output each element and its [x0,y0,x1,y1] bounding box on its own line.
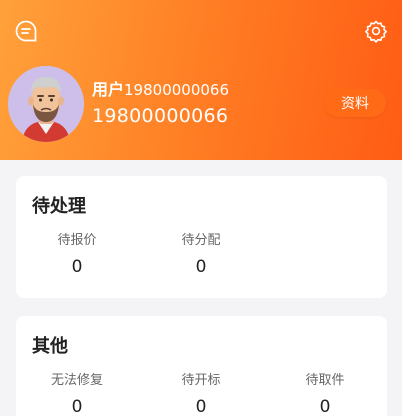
stat-count: 0 [195,257,207,277]
user-name-prefix: 用户 [92,80,125,99]
user-name: 用户19800000066 [92,80,229,100]
other-card: 其他 无法修复 0 待开标 0 待取件 0 [16,316,387,416]
profile-button[interactable]: 资料 [324,89,386,117]
gear-icon[interactable] [363,18,389,44]
profile-header: 用户19800000066 19800000066 资料 [0,0,402,160]
stat-label: 待取件 [305,373,345,388]
stat-count: 0 [71,397,83,416]
stat-label: 待开标 [181,373,221,388]
user-name-number: 19800000066 [124,81,229,99]
pending-card: 待处理 待报价 0 待分配 0 [16,176,387,298]
stat-label: 无法修复 [50,373,103,388]
stat-count: 0 [319,397,331,416]
stat-unrepairable[interactable]: 无法修复 0 [17,372,137,416]
pending-title: 待处理 [32,196,86,217]
avatar[interactable] [8,66,84,142]
user-phone: 19800000066 [92,105,229,127]
stat-count: 0 [71,257,83,277]
stat-pending-assign[interactable]: 待分配 0 [141,232,261,278]
stat-count: 0 [195,397,207,416]
stat-pending-pickup[interactable]: 待取件 0 [265,372,385,416]
stat-label: 待报价 [57,233,97,248]
stat-pending-bid[interactable]: 待开标 0 [141,372,261,416]
stat-label: 待分配 [181,233,221,248]
chat-bubble-icon[interactable] [13,18,39,44]
other-title: 其他 [32,336,68,357]
stat-pending-quote[interactable]: 待报价 0 [17,232,137,278]
